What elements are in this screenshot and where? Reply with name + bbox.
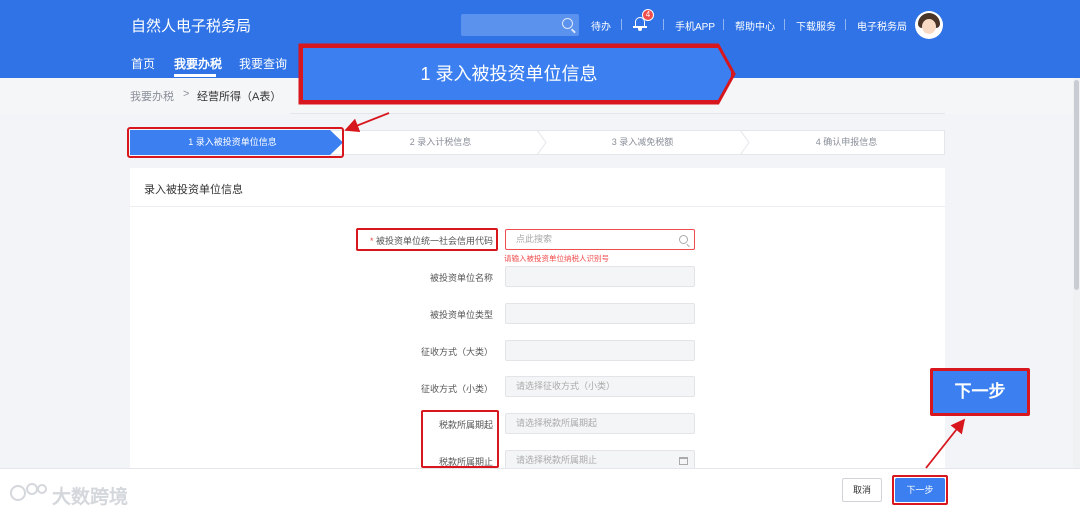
divider xyxy=(723,19,724,30)
nav-home[interactable]: 首页 xyxy=(131,55,155,72)
search-icon[interactable] xyxy=(562,18,573,29)
scrollbar-thumb[interactable] xyxy=(1074,80,1079,290)
zoom-step-label: 1 录入被投资单位信息 xyxy=(420,64,598,84)
divider xyxy=(784,19,785,30)
highlight-next-button xyxy=(892,475,948,505)
notification-badge: 4 xyxy=(642,9,654,21)
field-label-unit-type: 被投资单位类型 xyxy=(429,310,493,320)
divider xyxy=(663,19,664,30)
levy-method-major-field[interactable] xyxy=(505,340,695,361)
watermark-text: 大数跨境 xyxy=(52,487,129,508)
period-start-picker[interactable]: 请选择税款所属期起 xyxy=(505,413,695,434)
step-4[interactable]: 4 确认申报信息 xyxy=(748,130,945,155)
step-2[interactable]: 2 录入计税信息 xyxy=(343,130,538,155)
divider xyxy=(130,206,945,207)
divider xyxy=(290,113,945,114)
nav-tax-handling[interactable]: 我要办税 xyxy=(174,55,222,72)
credit-code-search-input[interactable]: 点此搜索 xyxy=(505,229,695,250)
avatar[interactable] xyxy=(915,11,943,39)
mobile-app-link[interactable]: 手机APP xyxy=(675,18,715,33)
search-icon[interactable] xyxy=(679,235,688,244)
download-link[interactable]: 下载服务 xyxy=(796,18,836,33)
highlight-step-1 xyxy=(127,127,344,158)
zoom-next-callout: 下一步 xyxy=(930,368,1030,416)
watermark-logo-icon xyxy=(10,483,47,501)
field-label-unit-name: 被投资单位名称 xyxy=(429,273,493,283)
levy-method-minor-select[interactable]: 请选择征收方式（小类） xyxy=(505,376,695,397)
breadcrumb-root[interactable]: 我要办税 xyxy=(130,88,174,104)
search-input[interactable] xyxy=(461,14,579,36)
app-title[interactable]: 自然人电子税务局 xyxy=(131,15,251,36)
chevron-right-icon: > xyxy=(183,88,190,100)
divider xyxy=(845,19,846,30)
help-center-link[interactable]: 帮助中心 xyxy=(735,18,775,33)
error-message: 请输入被投资单位纳税人识别号 xyxy=(504,254,609,263)
field-label-levy-major: 征收方式（大类） xyxy=(420,347,493,357)
highlight-period-labels xyxy=(421,410,499,468)
todo-link[interactable]: 待办 xyxy=(591,18,611,33)
unit-type-field[interactable] xyxy=(505,303,695,324)
calendar-icon[interactable] xyxy=(679,457,688,465)
step-3[interactable]: 3 录入减免税额 xyxy=(545,130,740,155)
nav-query[interactable]: 我要查询 xyxy=(239,55,287,72)
e-tax-link[interactable]: 电子税务局 xyxy=(857,18,907,33)
highlight-credit-code-label xyxy=(356,228,498,251)
breadcrumb-current: 经营所得（A表） xyxy=(197,91,282,103)
field-label-levy-minor: 征收方式（小类） xyxy=(420,384,493,394)
cancel-button[interactable]: 取消 xyxy=(842,478,882,502)
divider xyxy=(621,19,622,30)
unit-name-field[interactable] xyxy=(505,266,695,287)
nav-active-indicator xyxy=(174,74,216,77)
panel-title: 录入被投资单位信息 xyxy=(144,184,243,196)
